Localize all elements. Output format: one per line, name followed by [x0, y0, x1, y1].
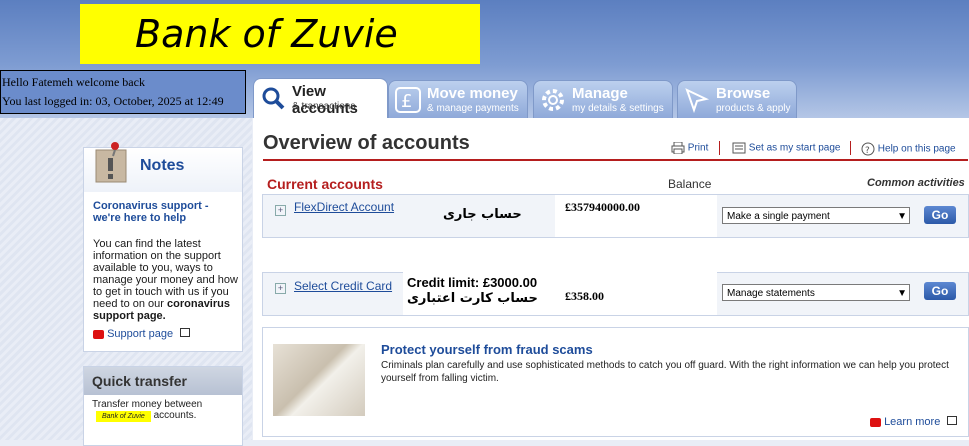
notes-body: You can find the latest information on t… — [93, 238, 238, 322]
quick-transfer-line1: Transfer money between — [92, 399, 203, 410]
set-start-page-label: Set as my start page — [748, 142, 841, 154]
main-content: Overview of accounts Print Set as my sta… — [253, 118, 969, 440]
expand-icon[interactable]: + — [275, 283, 286, 294]
quick-transfer-line2: accounts. — [153, 410, 197, 421]
quick-transfer-title: Quick transfer — [84, 367, 242, 395]
tab-label: Browse — [716, 85, 771, 102]
account-balance: £357940000.00 — [565, 200, 640, 214]
activity-select[interactable]: Make a single payment ▼ — [722, 207, 910, 224]
activity-select[interactable]: Manage statements ▼ — [722, 284, 910, 301]
last-login: You last logged in: 03, October, 2025 at… — [2, 94, 224, 108]
util-separator — [850, 141, 851, 155]
util-separator — [719, 141, 720, 155]
notes-header: Notes — [84, 142, 242, 192]
tab-browse[interactable]: Browse products & apply — [677, 80, 797, 118]
welcome-greeting: Hello Fatemeh welcome back — [2, 75, 145, 89]
cursor-arrow-icon — [685, 88, 710, 113]
bank-logo: Bank of Zuvie — [80, 4, 480, 64]
support-page-link[interactable]: Support page — [93, 328, 238, 340]
print-label: Print — [687, 142, 709, 154]
title-rule — [263, 159, 968, 161]
page-title: Overview of accounts — [263, 132, 470, 154]
note-pin-icon — [95, 142, 127, 183]
notes-content: Coronavirus support - we're here to help… — [93, 200, 238, 340]
set-start-page-link[interactable]: Set as my start page — [732, 142, 841, 154]
support-page-label: Support page — [107, 328, 174, 340]
tab-label: Manage — [572, 85, 628, 102]
account-farsi-label: حساب جاری — [443, 207, 522, 222]
learn-more-label: Learn more — [884, 416, 941, 428]
quick-transfer-text: Transfer money between Bank of Zuvie acc… — [84, 395, 242, 425]
svg-text:£: £ — [401, 91, 412, 112]
svg-text:?: ? — [865, 146, 870, 156]
pound-icon: £ — [395, 87, 421, 113]
account-name-link[interactable]: Select Credit Card — [294, 279, 392, 293]
tab-sublabel: products & apply — [716, 103, 791, 114]
go-button[interactable]: Go — [924, 282, 956, 300]
fraud-promo-title[interactable]: Protect yourself from fraud scams — [381, 342, 593, 357]
tab-sublabel: & transactions — [292, 101, 356, 112]
account-row: + Select Credit Card Credit limit: £3000… — [262, 271, 969, 316]
tab-manage[interactable]: Manage my details & settings — [533, 80, 673, 118]
notes-panel: Notes Coronavirus support - we're here t… — [83, 142, 243, 352]
start-page-icon — [732, 142, 746, 154]
search-icon — [262, 87, 285, 110]
notes-title: Notes — [140, 157, 185, 174]
tab-label: Move money — [427, 85, 518, 102]
new-window-icon — [947, 416, 958, 425]
print-link[interactable]: Print — [671, 141, 709, 155]
quick-transfer-panel: Quick transfer Transfer money between Ba… — [83, 366, 243, 446]
tab-view-accounts[interactable]: View accounts & transactions — [253, 78, 388, 120]
balance-cell: £358.00 — [555, 271, 717, 315]
credit-limit-text: Credit limit: £3000.00 — [407, 275, 538, 290]
youtube-icon — [93, 329, 104, 339]
account-balance: £358.00 — [565, 289, 604, 303]
fraud-promo-text: Criminals plan carefully and use sophist… — [381, 360, 949, 384]
balance-header: Balance — [668, 177, 712, 191]
tab-sublabel: & manage payments — [427, 103, 519, 114]
new-window-icon — [180, 328, 191, 337]
youtube-icon — [870, 417, 881, 427]
credit-cell: Credit limit: £3000.00 حساب کارت اعتباری — [403, 271, 558, 315]
current-accounts-heading: Current accounts — [267, 176, 383, 192]
activity-select-value: Manage statements — [727, 288, 815, 299]
common-activities-header: Common activities — [867, 177, 965, 189]
account-name-link[interactable]: FlexDirect Account — [294, 200, 394, 214]
account-row: + FlexDirect Account حساب جاری £35794000… — [262, 194, 969, 238]
account-farsi-label: حساب کارت اعتباری — [407, 291, 538, 306]
help-label: Help on this page — [877, 143, 956, 155]
welcome-panel: Hello Fatemeh welcome back You last logg… — [0, 70, 246, 114]
activity-select-value: Make a single payment — [727, 211, 830, 222]
help-icon: ? — [861, 142, 875, 156]
print-icon — [671, 141, 685, 155]
chevron-down-icon: ▼ — [897, 211, 907, 222]
coronavirus-support-link[interactable]: Coronavirus support - we're here to help — [93, 200, 238, 224]
expand-icon[interactable]: + — [275, 205, 286, 216]
tab-sublabel: my details & settings — [572, 103, 664, 114]
go-button[interactable]: Go — [924, 206, 956, 224]
balance-cell: £357940000.00 — [555, 195, 717, 237]
fraud-promo-image — [273, 344, 365, 416]
gear-icon — [542, 89, 564, 111]
tab-move-money[interactable]: £ Move money & manage payments — [388, 80, 528, 118]
help-link[interactable]: ? Help on this page — [861, 142, 956, 156]
chevron-down-icon: ▼ — [897, 288, 907, 299]
bank-logo-small: Bank of Zuvie — [96, 411, 151, 422]
fraud-promo-panel: Protect yourself from fraud scams Crimin… — [262, 327, 969, 437]
learn-more-link[interactable]: Learn more — [870, 416, 958, 428]
